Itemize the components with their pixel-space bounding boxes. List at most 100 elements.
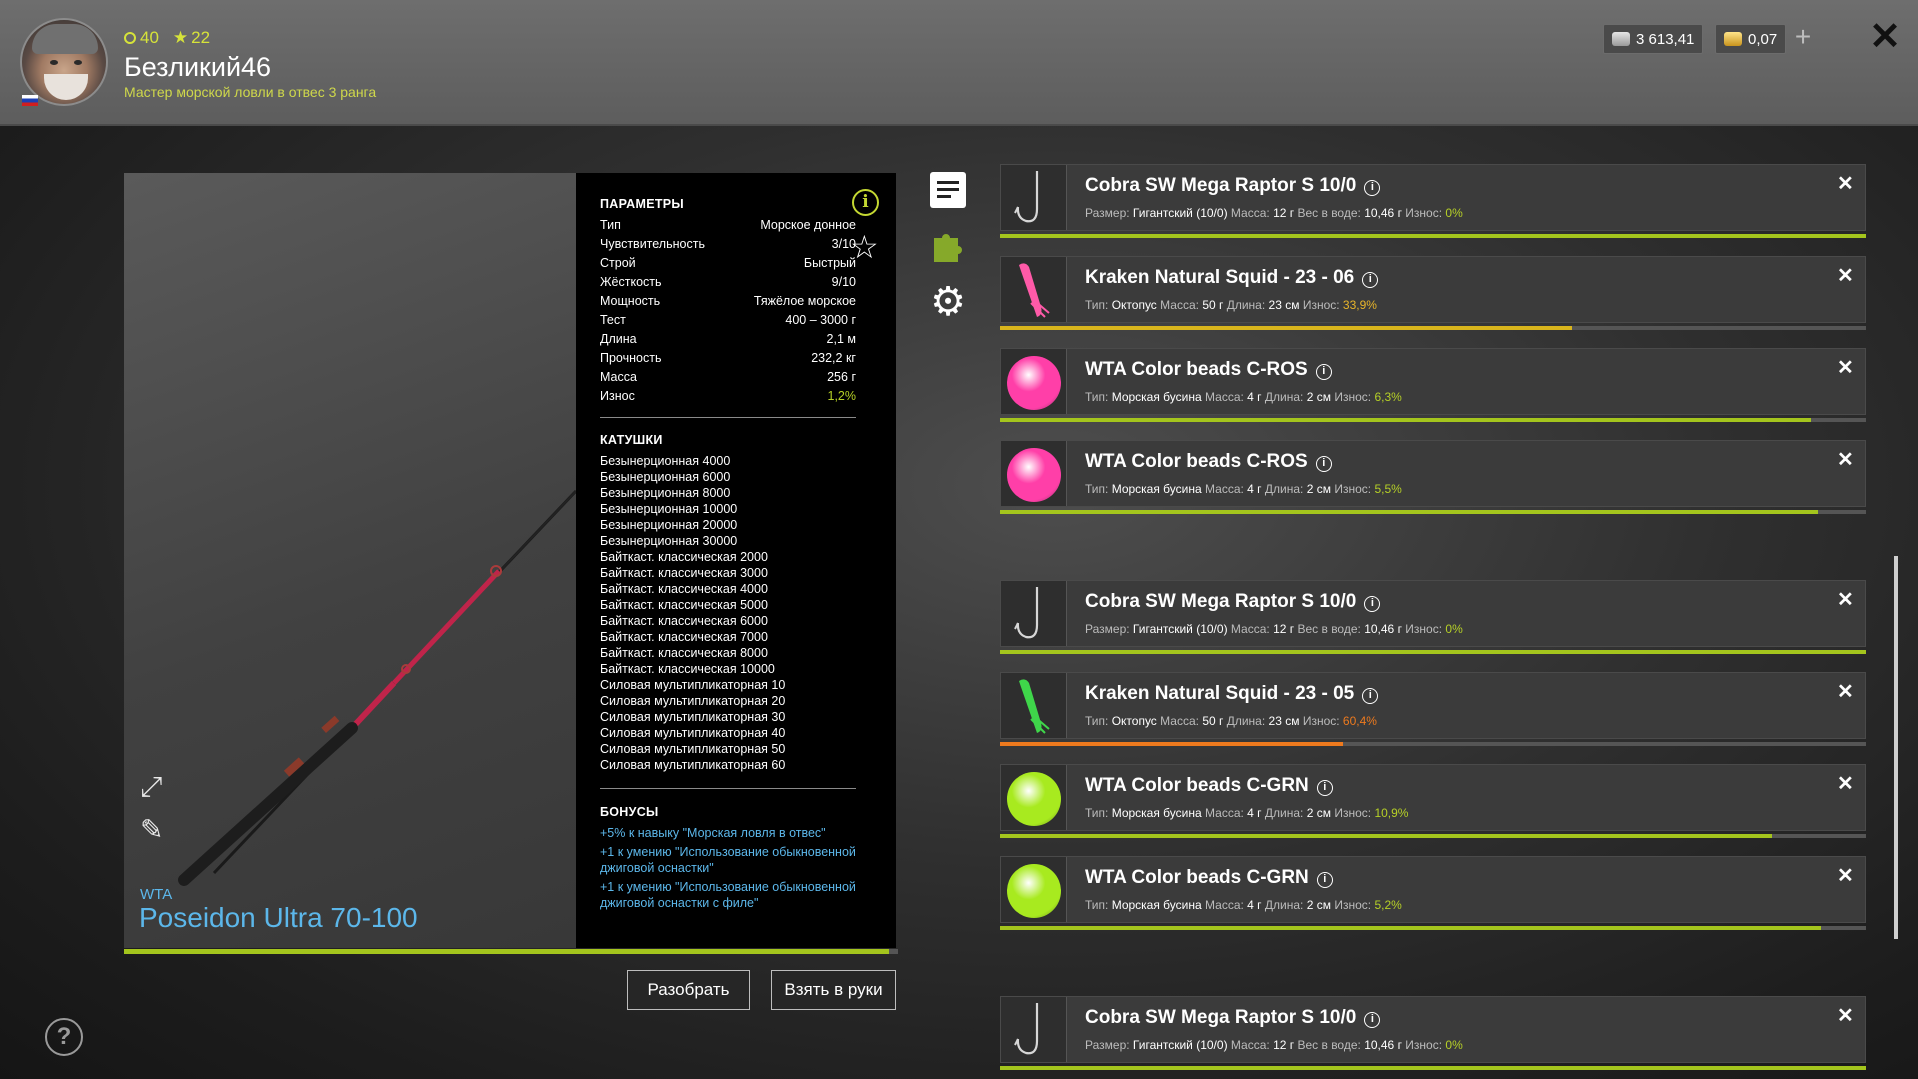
rod-brand: WTA [140,886,173,903]
tackle-name: Kraken Natural Squid - 23 - 06 i [1085,267,1379,289]
edit-icon[interactable]: ✎ [140,813,163,846]
info-icon[interactable]: i [1362,688,1379,704]
param-value: Морское донное [760,218,856,232]
remove-icon[interactable]: ✕ [1837,355,1854,380]
tackle-card: WTA Color beads C-ROS i Тип: Морская бусин… [1000,348,1866,415]
remove-icon[interactable]: ✕ [1837,679,1854,704]
tackle-item[interactable]: Kraken Natural Squid - 23 - 06 i Тип: Окто… [1000,256,1866,332]
remove-icon[interactable]: ✕ [1837,1003,1854,1028]
remove-icon[interactable]: ✕ [1837,447,1854,472]
hook-icon [1001,997,1067,1062]
desc-value: Морская бусина [1111,390,1202,404]
tackle-item[interactable]: Kraken Natural Squid - 23 - 05 i Тип: Окто… [1000,672,1866,748]
info-icon[interactable]: i [1316,872,1333,888]
condition-bar [1000,834,1866,838]
info-icon[interactable]: i [1364,1012,1381,1028]
remove-icon[interactable]: ✕ [1837,587,1854,612]
desc-value: 10,46 г [1364,206,1402,220]
tackle-item[interactable]: WTA Color beads C-GRN i Тип: Морская бусин… [1000,856,1866,932]
desc-value: Гигантский (10/0) [1132,206,1228,220]
gear-icon[interactable]: ⚙ [930,282,966,322]
expand-icon[interactable]: ⤢ [140,771,162,804]
param-value: 2,1 м [826,332,856,346]
scrollbar[interactable] [1894,556,1898,939]
info-icon[interactable]: i [852,189,879,216]
desc-label: Длина: [1226,714,1266,728]
reel-item: Байткаст. классическая 10000 [600,662,775,676]
desc-value: 2 см [1306,806,1331,820]
remove-icon[interactable]: ✕ [1837,771,1854,796]
condition-bar [1000,926,1866,930]
wear-value: 5,2% [1374,898,1402,912]
desc-value: Октопус [1111,714,1157,728]
wear-value: 10,9% [1374,806,1409,820]
desc-label: Вес в воде: [1297,1038,1361,1052]
info-icon[interactable]: i [1316,780,1333,796]
bead-shape [1007,356,1061,410]
param-row: Масса 256 г [600,368,856,387]
tackle-name: WTA Color beads C-GRN i [1085,867,1333,889]
bonus-item: +1 к умению "Использование обыкновенной … [600,880,856,910]
tackle-name: Cobra SW Mega Raptor S 10/0 i [1085,175,1381,197]
reel-item: Безынерционная 6000 [600,470,731,484]
disassemble-button[interactable]: Разобрать [627,970,750,1010]
condition-fill [1000,510,1819,514]
tackle-item[interactable]: Cobra SW Mega Raptor S 10/0 i Размер: Гига… [1000,996,1866,1072]
remove-icon[interactable]: ✕ [1837,171,1854,196]
tackle-name: WTA Color beads C-GRN i [1085,775,1333,797]
desc-value: 23 см [1268,714,1300,728]
param-row: Прочность 232,2 кг [600,349,856,368]
reel-item: Силовая мультипликаторная 40 [600,726,786,740]
help-icon[interactable]: ? [45,1018,83,1056]
close-icon[interactable]: ✕ [1866,18,1904,56]
info-icon[interactable]: i [1315,364,1332,380]
puzzle-icon[interactable] [930,228,966,264]
info-icon[interactable]: i [1364,180,1381,196]
tackle-item[interactable]: Cobra SW Mega Raptor S 10/0 i Размер: Гига… [1000,580,1866,656]
desc-label: Вес в воде: [1297,206,1361,220]
param-value: 9/10 [831,275,856,289]
param-row: Износ 1,2% [600,387,856,406]
desc-value: 50 г [1202,298,1224,312]
info-icon[interactable]: i [1362,272,1379,288]
condition-fill [1000,742,1343,746]
avatar[interactable] [20,18,108,106]
tackle-item[interactable]: WTA Color beads C-ROS i Тип: Морская бусин… [1000,440,1866,516]
wear-value: 60,4% [1342,714,1377,728]
reel-item: Силовая мультипликаторная 30 [600,710,786,724]
tackle-item[interactable]: WTA Color beads C-ROS i Тип: Морская бусин… [1000,348,1866,424]
tackle-description: Тип: Морская бусина Масса: 4 г Длина: 2 … [1085,898,1402,912]
desc-label: Длина: [1264,898,1304,912]
tackle-card: Cobra SW Mega Raptor S 10/0 i Размер: Гига… [1000,580,1866,647]
star-icon: ★ [172,28,189,47]
take-in-hands-button[interactable]: Взять в руки [771,970,896,1010]
add-currency-button[interactable]: + [1788,23,1818,54]
desc-label: Масса: [1160,298,1199,312]
wear-value: 0% [1445,622,1463,636]
gold-coins-icon [1724,32,1742,46]
document-icon[interactable] [930,172,966,208]
desc-label: Тип: [1085,482,1109,496]
reels-section: КАТУШКИ Безынерционная 4000 Безынерционна… [600,433,856,773]
wear-label: Износ: [1334,482,1372,496]
param-value: 232,2 кг [811,351,856,365]
param-row: Строй Быстрый [600,254,856,273]
info-icon[interactable]: i [1315,456,1332,472]
tackle-card: WTA Color beads C-ROS i Тип: Морская бусин… [1000,440,1866,507]
desc-label: Длина: [1264,482,1304,496]
tackle-item[interactable]: WTA Color beads C-GRN i Тип: Морская бусин… [1000,764,1866,840]
bead-shape [1007,448,1061,502]
condition-bar [1000,650,1866,654]
remove-icon[interactable]: ✕ [1837,863,1854,888]
param-row: Мощность Тяжёлое морское [600,292,856,311]
param-key: Строй [600,256,636,270]
bonus-item: +5% к навыку "Морская ловля в отвес" [600,826,826,840]
tackle-item[interactable]: Cobra SW Mega Raptor S 10/0 i Размер: Гига… [1000,164,1866,240]
info-icon[interactable]: i [1364,596,1381,612]
gold-balance: 0,07 [1715,24,1787,54]
bonuses-section: БОНУСЫ +5% к навыку "Морская ловля в отв… [600,805,856,914]
tackle-name-text: WTA Color beads C-ROS [1085,451,1308,472]
remove-icon[interactable]: ✕ [1837,263,1854,288]
favorite-star-icon[interactable]: ☆ [850,228,879,266]
silver-balance: 3 613,41 [1603,24,1704,54]
